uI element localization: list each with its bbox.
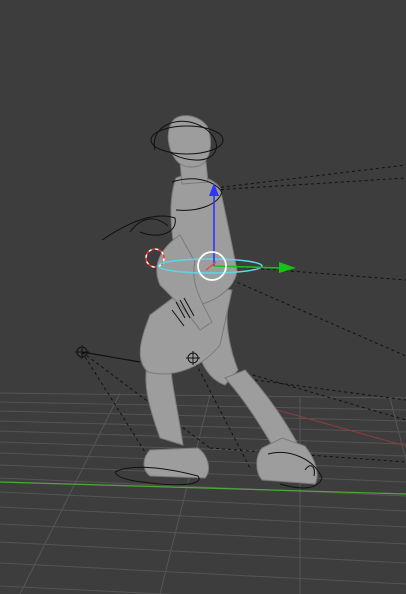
ik-target-crosshair-icon[interactable] <box>75 345 89 359</box>
pole-line <box>81 351 141 363</box>
viewport-canvas[interactable] <box>0 0 406 594</box>
x-axis-line <box>0 481 406 495</box>
back-shoe <box>143 447 209 479</box>
hand-control-shape <box>101 215 176 241</box>
front-shin <box>224 369 301 451</box>
ik-relationship-lines <box>81 164 406 469</box>
arm-curve <box>129 218 169 233</box>
floor-grid <box>0 392 406 594</box>
3d-viewport[interactable] <box>0 0 406 594</box>
